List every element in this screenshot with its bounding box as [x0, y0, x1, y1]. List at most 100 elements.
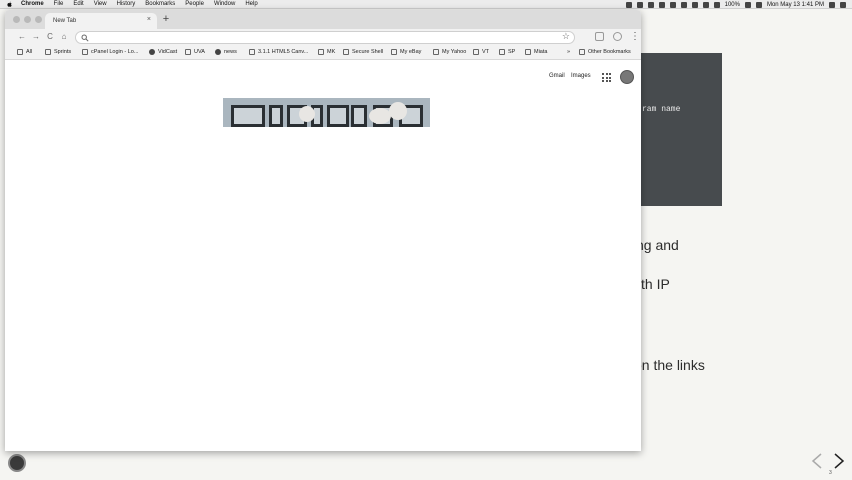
- bookmark-label: My eBay: [400, 49, 422, 55]
- forward-icon[interactable]: →: [31, 32, 41, 42]
- bookmark-item[interactable]: All: [17, 49, 32, 55]
- bookmark-item[interactable]: VT: [473, 49, 489, 55]
- bookmark-label: 3.1.1 HTML5 Canv...: [258, 49, 309, 55]
- previous-slide-icon[interactable]: [810, 452, 824, 470]
- page-icon: [391, 49, 397, 55]
- other-bookmarks[interactable]: Other Bookmarks: [579, 49, 631, 55]
- address-bar[interactable]: ☆: [75, 31, 575, 44]
- bookmark-item[interactable]: Miata: [525, 49, 547, 55]
- browser-window: New Tab × + ← → C ⌂ ☆ ⋮ All Sprints cPan…: [5, 10, 641, 451]
- apple-icon[interactable]: [6, 1, 13, 8]
- flag-icon[interactable]: [755, 1, 762, 8]
- bookmark-label: Secure Shell: [352, 49, 384, 55]
- folder-icon: [579, 49, 585, 55]
- tray-icon[interactable]: [658, 1, 665, 8]
- code-block: [630, 53, 722, 206]
- bookmark-item[interactable]: VidCast: [149, 49, 177, 55]
- tray-icon[interactable]: [625, 1, 632, 8]
- folder-icon: [45, 49, 51, 55]
- extension-icon[interactable]: [595, 32, 604, 41]
- bookmark-label: UVA: [194, 49, 205, 55]
- window-control-icon[interactable]: [24, 16, 31, 23]
- tab-new-tab[interactable]: New Tab ×: [45, 13, 157, 29]
- menu-view[interactable]: View: [94, 1, 107, 7]
- bookmark-label: VT: [482, 49, 490, 55]
- bookmark-item[interactable]: cPanel Login - Lo...: [82, 49, 138, 55]
- menu-bar: Chrome File Edit View History Bookmarks …: [0, 0, 852, 9]
- next-slide-icon[interactable]: [832, 452, 846, 470]
- tray-icon[interactable]: [691, 1, 698, 8]
- tray-icon[interactable]: [669, 1, 676, 8]
- bookmark-label: Miata: [534, 49, 548, 55]
- code-text: ram name: [642, 105, 681, 114]
- tray-icon[interactable]: [647, 1, 654, 8]
- folder-icon: [17, 49, 23, 55]
- battery-percent[interactable]: 100%: [725, 2, 740, 8]
- close-icon[interactable]: ×: [147, 16, 151, 23]
- page-icon: [82, 49, 88, 55]
- wifi-icon[interactable]: [713, 1, 720, 8]
- gmail-link[interactable]: Gmail: [549, 73, 565, 79]
- more-bookmarks-button[interactable]: »: [567, 49, 570, 55]
- page-icon: [433, 49, 439, 55]
- tray-icon[interactable]: [636, 1, 643, 8]
- notification-icon[interactable]: [840, 1, 846, 8]
- folder-icon: [318, 49, 324, 55]
- browser-toolbar: ← → C ⌂ ☆ ⋮: [5, 29, 641, 46]
- window-control-icon[interactable]: [13, 16, 20, 23]
- page-icon: [149, 49, 155, 55]
- menu-bookmarks[interactable]: Bookmarks: [145, 1, 175, 7]
- reload-icon[interactable]: C: [45, 32, 55, 42]
- menu-window[interactable]: Window: [214, 1, 235, 7]
- bookmark-label: news: [224, 49, 237, 55]
- slide-text-line: ng and: [636, 237, 679, 253]
- menu-help[interactable]: Help: [245, 1, 257, 7]
- bookmark-item[interactable]: My Yahoo: [433, 49, 466, 55]
- window-control-icon[interactable]: [35, 16, 42, 23]
- menu-history[interactable]: History: [117, 1, 136, 7]
- slide-number: 3: [829, 470, 832, 476]
- folder-icon: [473, 49, 479, 55]
- bookmark-item[interactable]: SP: [499, 49, 515, 55]
- bookmark-label: SP: [508, 49, 516, 55]
- page-icon: [343, 49, 349, 55]
- google-doodle[interactable]: [223, 98, 430, 127]
- menu-edit[interactable]: Edit: [73, 1, 83, 7]
- menu-people[interactable]: People: [185, 1, 204, 7]
- bookmark-label: cPanel Login - Lo...: [91, 49, 139, 55]
- bookmark-label: Sprints: [54, 49, 72, 55]
- home-icon[interactable]: ⌂: [59, 32, 69, 42]
- page-icon: [215, 49, 221, 55]
- folder-icon: [525, 49, 531, 55]
- bookmark-item[interactable]: MK: [318, 49, 335, 55]
- menu-file[interactable]: File: [54, 1, 64, 7]
- search-icon[interactable]: [829, 1, 835, 8]
- new-tab-page: Gmail Images: [5, 60, 641, 451]
- bookmark-item[interactable]: Secure Shell: [343, 49, 383, 55]
- bookmark-label: Other Bookmarks: [588, 49, 631, 55]
- bookmark-item[interactable]: UVA: [185, 49, 205, 55]
- battery-icon[interactable]: [744, 1, 751, 8]
- apps-grid-icon[interactable]: [602, 73, 611, 82]
- bookmark-label: My Yahoo: [442, 49, 467, 55]
- bookmark-item[interactable]: Sprints: [45, 49, 71, 55]
- menu-app-name[interactable]: Chrome: [21, 1, 44, 7]
- images-link[interactable]: Images: [571, 73, 591, 79]
- dock-app-icon[interactable]: [8, 454, 26, 472]
- search-icon: [81, 34, 89, 42]
- page-icon: [249, 49, 255, 55]
- bookmark-item[interactable]: 3.1.1 HTML5 Canv...: [249, 49, 308, 55]
- bookmark-item[interactable]: My eBay: [391, 49, 421, 55]
- tray-icon[interactable]: [702, 1, 709, 8]
- tray-icon[interactable]: [680, 1, 687, 8]
- avatar[interactable]: [620, 70, 634, 84]
- back-icon[interactable]: ←: [17, 32, 27, 42]
- clock[interactable]: Mon May 13 1:41 PM: [767, 2, 824, 8]
- bookmark-star-icon[interactable]: ☆: [562, 31, 570, 42]
- status-tray: 100% Mon May 13 1:41 PM: [625, 0, 846, 9]
- new-tab-button[interactable]: +: [160, 13, 172, 25]
- extension-icon[interactable]: [613, 32, 622, 41]
- bookmark-item[interactable]: news: [215, 49, 237, 55]
- folder-icon: [185, 49, 191, 55]
- browser-menu-icon[interactable]: ⋮: [630, 31, 640, 43]
